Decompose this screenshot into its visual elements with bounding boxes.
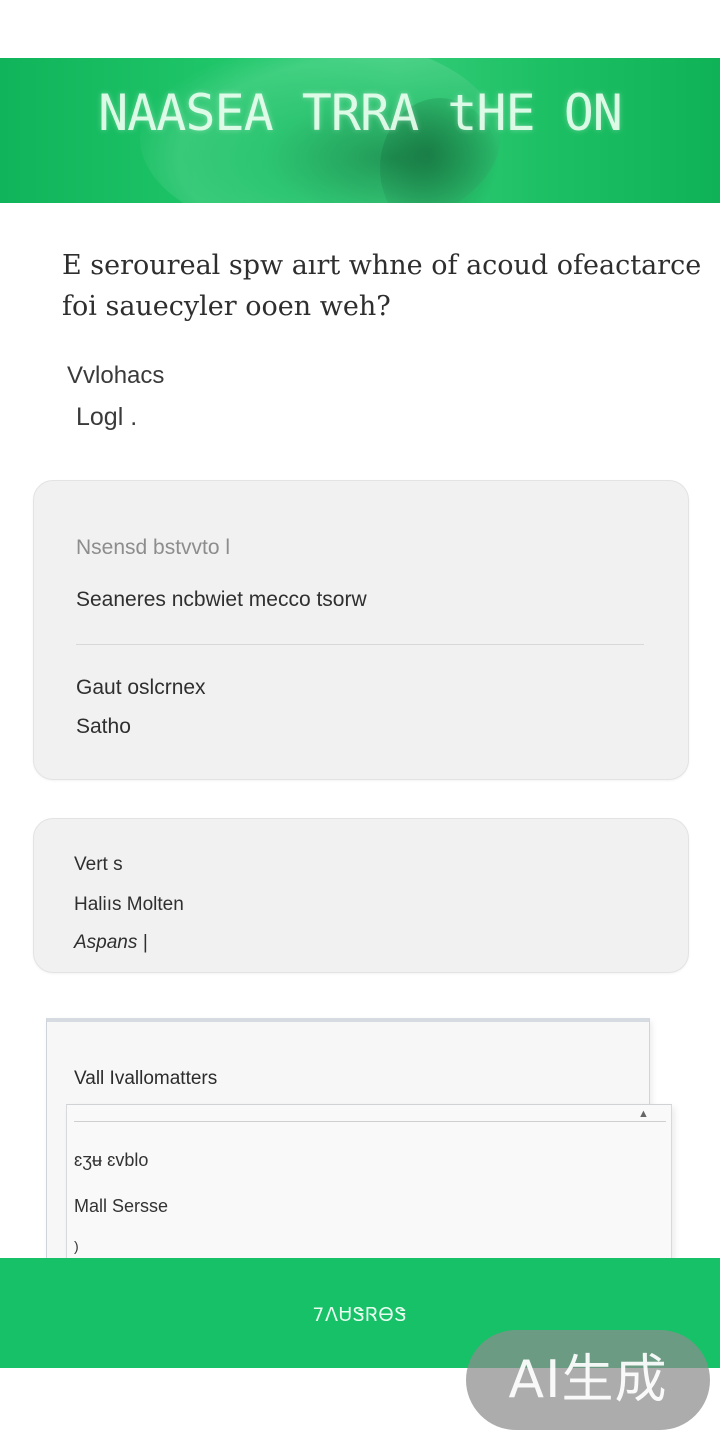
- meta-value: Logl .: [76, 403, 138, 431]
- screen: NAASEA TRRA tHE ON E seroureal spw aırt …: [0, 0, 720, 1440]
- ai-generated-watermark: AI生成: [466, 1330, 710, 1430]
- option-card-primary[interactable]: Nsensd bstvvto l Seaneres ncbwiet mecco …: [33, 480, 689, 780]
- bottom-action-label: 7ᐱᏌᏕᏒᎾᏕ: [312, 1304, 408, 1326]
- card2-line-1: Vert s: [74, 854, 123, 875]
- list-panel-divider: [74, 1121, 666, 1122]
- card2-line-3: Aspans |: [74, 932, 148, 953]
- card2-line-2: Haliıs Molten: [74, 894, 184, 915]
- card-field-value: Satho: [76, 715, 131, 738]
- list-item[interactable]: ɛʒʉ ɛvblo: [74, 1150, 148, 1171]
- list-panel-dropdown[interactable]: [66, 1104, 672, 1260]
- sort-caret-icon[interactable]: ▲: [638, 1108, 649, 1120]
- card-field-label: Gaut oslcrnex: [76, 676, 206, 699]
- question-text: E seroureal spw aırt whne of acoud ofeac…: [62, 250, 702, 322]
- list-item[interactable]: Mall Sersse: [74, 1196, 168, 1217]
- card-divider: [76, 644, 644, 645]
- meta-label: Vvlohacs: [67, 362, 165, 389]
- banner-title: NAASEA TRRA tHE ON: [98, 84, 623, 142]
- list-item[interactable]: ): [74, 1238, 79, 1254]
- card-primary-text: Seaneres ncbwiet mecco tsorw: [76, 588, 367, 611]
- list-panel-header: Vall Ivallomatters: [74, 1068, 218, 1089]
- option-card-secondary[interactable]: Vert s Haliıs Molten Aspans |: [33, 818, 689, 973]
- card-caption: Nsensd bstvvto l: [76, 536, 231, 559]
